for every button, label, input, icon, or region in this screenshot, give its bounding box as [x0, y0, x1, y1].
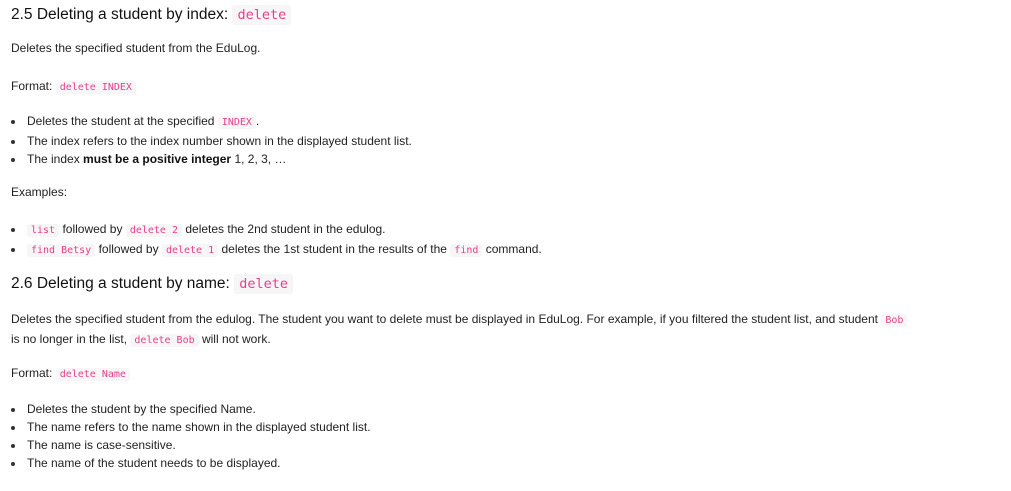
heading-text: 2.5 Deleting a student by index:: [11, 6, 229, 23]
list-item: The name is case-sensitive.: [0, 436, 371, 454]
text: will not work.: [201, 332, 271, 346]
inline-code: delete 1: [161, 244, 219, 257]
examples-list: list followed by delete 2 deletes the 2n…: [0, 220, 542, 260]
format-code: delete Name: [55, 368, 130, 381]
format-line: Format: delete INDEX: [11, 77, 136, 97]
format-label: Format:: [11, 366, 53, 380]
inline-code: delete 2: [125, 224, 182, 237]
bullet-list: Deletes the student by the specified Nam…: [0, 400, 371, 472]
inline-code: find Betsy: [27, 244, 96, 257]
inline-code: list: [27, 224, 60, 237]
section-heading-2-5: 2.5 Deleting a student by index: delete: [11, 3, 292, 27]
format-line: Format: delete Name: [11, 364, 130, 384]
text: followed by: [98, 242, 159, 256]
inline-code: delete Bob: [130, 334, 199, 347]
section-description: Deletes the specified student from the e…: [11, 310, 908, 350]
heading-code: delete: [234, 274, 293, 294]
list-item: list followed by delete 2 deletes the 2n…: [0, 220, 542, 240]
text: Deletes the specified student from the e…: [11, 312, 878, 326]
inline-code: Bob: [881, 314, 908, 327]
text: is no longer in the list,: [11, 332, 128, 346]
inline-code: find: [450, 244, 483, 257]
bullet-list: Deletes the student at the specified IND…: [0, 112, 412, 168]
text: Deletes the student at the specified: [27, 114, 215, 128]
text: .: [255, 114, 260, 128]
list-item: The name of the student needs to be disp…: [0, 454, 371, 472]
heading-code: delete: [232, 5, 292, 25]
list-item: The index refers to the index number sho…: [0, 132, 412, 150]
text: deletes the 2nd student in the edulog.: [185, 222, 386, 236]
list-item: Deletes the student by the specified Nam…: [0, 400, 371, 418]
text: 1, 2, 3, …: [234, 152, 287, 166]
list-item: find Betsy followed by delete 1 deletes …: [0, 240, 542, 260]
text: The index: [27, 152, 80, 166]
list-item: The index must be a positive integer 1, …: [0, 150, 412, 168]
text: deletes the 1st student in the results o…: [221, 242, 447, 256]
examples-label: Examples:: [11, 185, 68, 199]
heading-text: 2.6 Deleting a student by name:: [11, 275, 230, 292]
inline-code: INDEX: [217, 116, 256, 129]
list-item: Deletes the student at the specified IND…: [0, 112, 412, 132]
text: followed by: [62, 222, 123, 236]
list-item: The name refers to the name shown in the…: [0, 418, 371, 436]
text: command.: [485, 242, 542, 256]
bold-text: must be a positive integer: [83, 152, 232, 166]
section-description: Deletes the specified student from the E…: [11, 41, 261, 55]
format-code: delete INDEX: [55, 81, 136, 94]
format-label: Format:: [11, 79, 53, 93]
section-heading-2-6: 2.6 Deleting a student by name: delete: [11, 272, 293, 296]
